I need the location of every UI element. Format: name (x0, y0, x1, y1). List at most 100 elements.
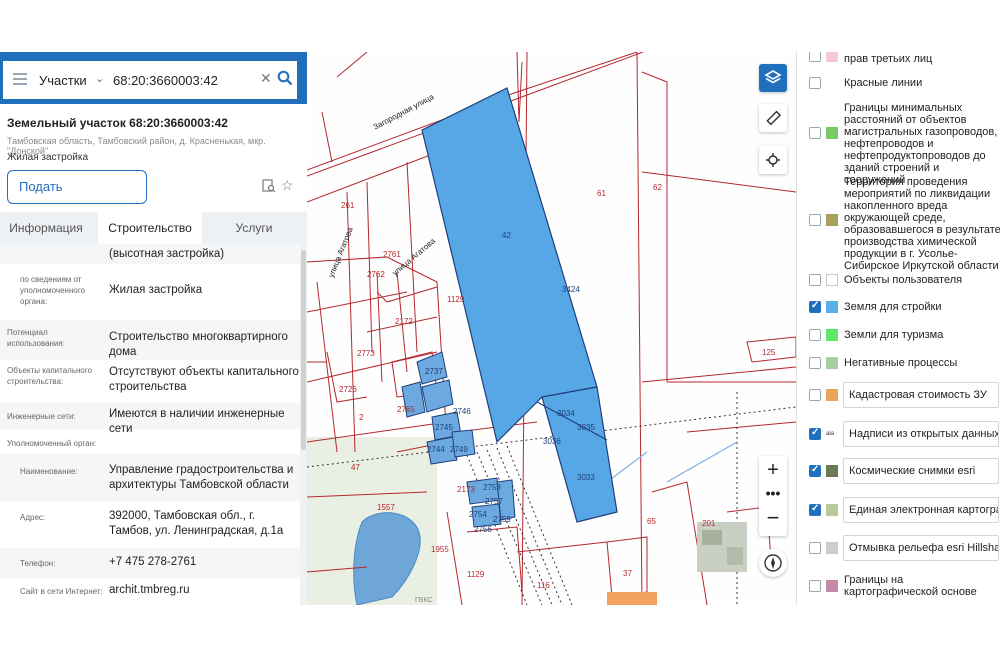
layer-swatch (826, 465, 838, 477)
crosshair-icon (766, 153, 780, 167)
close-icon[interactable]: ✕ (260, 70, 272, 87)
scrollbar-thumb[interactable] (301, 250, 306, 450)
map-attribution: ГВКС (415, 597, 433, 604)
layer-name: Земли для туризма (844, 329, 944, 341)
document-search-icon[interactable] (262, 179, 276, 193)
layer-checkbox[interactable] (809, 214, 821, 226)
search-bar: Участки ⌄ ✕ (0, 52, 307, 104)
layer-name: Земля для стройки (844, 301, 942, 313)
cadastral-map[interactable]: 42 1129 1129 2172 2773 61 62 3424 3034 3… (307, 52, 796, 605)
map-label: 2762 (367, 270, 385, 279)
more-options-icon[interactable]: ••• (759, 484, 787, 506)
detail-label: Объекты капитального строительства: (7, 366, 93, 386)
map-label: 2773 (357, 349, 375, 358)
layer-checkbox[interactable] (809, 580, 821, 592)
map-label: 2753 (483, 483, 501, 492)
detail-value: 392000, Тамбовская обл., г. Тамбов, ул. … (109, 510, 284, 537)
chevron-down-icon[interactable]: ⌄ (95, 72, 104, 85)
tab-information[interactable]: Информация (0, 212, 92, 244)
detail-value: Управление градостроительства и архитект… (109, 464, 294, 491)
map-label: 47 (351, 463, 360, 472)
map-label: 2173 (457, 485, 475, 494)
ruler-icon (766, 110, 782, 126)
measure-button[interactable] (759, 104, 787, 132)
layer-name[interactable]: Кадастровая стоимость ЗУ (843, 382, 999, 408)
map-label: 3035 (577, 423, 595, 432)
map-label: 2759 (493, 515, 511, 524)
layer-checkbox[interactable] (809, 427, 821, 440)
layer-name[interactable]: Надписи из открытых данных (843, 421, 999, 447)
layers-button[interactable] (759, 64, 787, 92)
layer-checkbox[interactable] (809, 329, 821, 341)
map-label: 62 (653, 183, 662, 192)
map-label: 2737 (425, 367, 443, 376)
map-label: 2754 (469, 510, 487, 519)
layers-icon (764, 70, 782, 84)
layer-checkbox[interactable] (809, 300, 821, 313)
zoom-control: + ••• − (759, 456, 787, 536)
map-view[interactable]: 42 1129 1129 2172 2773 61 62 3424 3034 3… (307, 52, 796, 605)
detail-row: Инженерные сети: Имеются в наличии инжен… (0, 402, 300, 435)
tab-construction[interactable]: Строительство (98, 212, 202, 244)
map-label: 3036 (543, 437, 561, 446)
detail-value: Строительство многоквартирного дома (109, 331, 288, 358)
map-label: 42 (502, 231, 511, 240)
detail-row: Объекты капитального строительства: Отсу… (0, 360, 300, 402)
layer-name[interactable]: Отмывка рельефа esri Hillshade (843, 535, 999, 561)
detail-value[interactable]: archit.tmbreg.ru (109, 583, 299, 598)
tab-services[interactable]: Услуги (208, 212, 300, 244)
layer-swatch (826, 504, 838, 516)
layer-checkbox[interactable] (809, 274, 821, 286)
info-tabs: Информация Строительство Услуги (0, 212, 307, 244)
map-label: 3424 (562, 285, 580, 294)
map-label: 3033 (577, 473, 595, 482)
map-label: 61 (597, 189, 606, 198)
info-panel: Участки ⌄ ✕ Земельный участок 68:20:3660… (0, 52, 307, 605)
layer-swatch (826, 357, 838, 369)
labels-icon: aia (826, 428, 838, 440)
search-type-select[interactable]: Участки (39, 73, 87, 88)
layer-checkbox[interactable] (809, 127, 821, 139)
submit-request-button[interactable]: Подать обращение→ (7, 170, 147, 226)
layer-checkbox[interactable] (809, 389, 821, 401)
layer-swatch (826, 127, 838, 139)
map-label: 2745 (435, 423, 453, 432)
map-label: 2172 (395, 317, 413, 326)
compass-icon (764, 554, 782, 572)
map-label: 3034 (557, 409, 575, 418)
parcel-title: Земельный участок 68:20:3660003:42 (7, 116, 228, 130)
map-label: 2 (359, 413, 364, 422)
layer-checkbox[interactable] (809, 503, 821, 516)
layer-name: Красные линии (844, 77, 923, 89)
layer-name[interactable]: Единая электронная картогра... (843, 497, 999, 523)
map-label: 2757 (485, 497, 503, 506)
detail-label: Наименование: (20, 467, 78, 476)
detail-row: (высотная застройка) (0, 244, 300, 264)
layer-checkbox[interactable] (809, 464, 821, 477)
layer-checkbox[interactable] (809, 77, 821, 89)
layer-checkbox[interactable] (809, 357, 821, 369)
locate-button[interactable] (759, 146, 787, 174)
map-label: 1557 (377, 503, 395, 512)
star-icon[interactable]: ☆ (281, 177, 294, 194)
map-label: 1129 (467, 570, 485, 579)
layer-swatch (826, 580, 838, 592)
zoom-in-button[interactable]: + (759, 456, 787, 484)
menu-icon[interactable] (13, 73, 27, 87)
detail-row: Сайт в сети Интернет: archit.tmbreg.ru (0, 578, 300, 605)
map-label: 1955 (431, 545, 449, 554)
detail-label: Сайт в сети Интернет: (20, 587, 103, 596)
search-icon[interactable] (277, 70, 293, 86)
zoom-out-button[interactable]: − (759, 506, 787, 534)
map-label: 261 (341, 201, 355, 210)
detail-value: +7 475 278-2761 (109, 556, 197, 568)
layer-name: Территория проведения мероприятий по лик… (844, 176, 1000, 272)
map-label: 2765 (397, 405, 415, 414)
layer-name[interactable]: Космические снимки esri (843, 458, 999, 484)
map-label: 2746 (453, 407, 471, 416)
layer-name: прав третьих лиц (844, 53, 933, 65)
search-input[interactable] (113, 68, 253, 92)
compass-button[interactable] (759, 549, 787, 577)
layer-checkbox[interactable] (809, 542, 821, 554)
layer-checkbox[interactable] (809, 52, 821, 62)
